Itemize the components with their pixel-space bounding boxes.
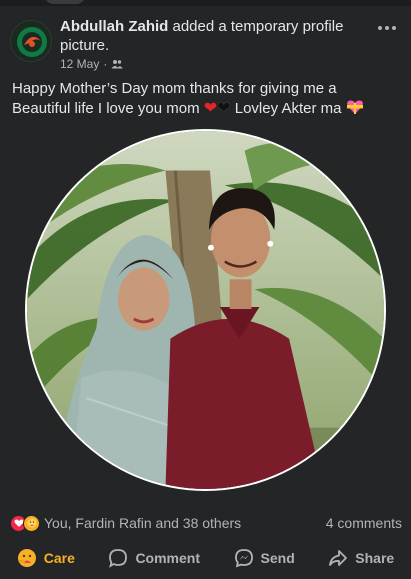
friends-icon bbox=[111, 59, 124, 69]
avatar-logo-icon bbox=[11, 21, 51, 61]
caption-line-2-end: Lovley Akter ma bbox=[230, 100, 346, 117]
share-button[interactable]: Share bbox=[328, 548, 394, 568]
red-heart-icon: ❤ bbox=[203, 100, 218, 117]
send-label: Send bbox=[260, 550, 295, 566]
reactions-text[interactable]: You, Fardin Rafin and 38 others bbox=[44, 515, 326, 531]
reactions-summary[interactable]: You, Fardin Rafin and 38 others 4 commen… bbox=[10, 513, 402, 533]
messenger-icon bbox=[234, 549, 253, 568]
comment-icon bbox=[109, 549, 128, 568]
top-strip bbox=[0, 0, 411, 6]
post-date[interactable]: 12 May bbox=[60, 57, 99, 71]
avatar[interactable] bbox=[10, 20, 52, 62]
profile-photo bbox=[27, 131, 384, 489]
comment-label: Comment bbox=[135, 550, 200, 566]
post-header: Abdullah Zahid added a temporary profile… bbox=[0, 14, 411, 76]
meta-separator: · bbox=[103, 57, 108, 71]
previous-post-edge bbox=[44, 0, 86, 4]
care-label: Care bbox=[43, 550, 75, 566]
more-options-button[interactable] bbox=[375, 18, 399, 38]
post-actions: Care Comment Send Share bbox=[0, 543, 411, 573]
send-button[interactable]: Send bbox=[234, 548, 295, 568]
more-dots-icon bbox=[378, 26, 382, 30]
share-icon bbox=[329, 550, 348, 566]
more-dot bbox=[385, 26, 389, 30]
share-label: Share bbox=[355, 550, 395, 566]
caption-line-2-start: Beautiful life I love you mom bbox=[12, 100, 204, 117]
comment-button[interactable]: Comment bbox=[108, 548, 200, 568]
author-name[interactable]: Abdullah Zahid bbox=[60, 18, 168, 35]
care-reaction-icon bbox=[23, 514, 40, 532]
care-button[interactable]: Care bbox=[17, 548, 75, 568]
black-heart-icon: ❤ bbox=[217, 100, 231, 117]
care-icon bbox=[17, 549, 36, 567]
post-title: Abdullah Zahid added a temporary profile… bbox=[60, 17, 360, 55]
post-caption: Happy Mother’s Day mom thanks for giving… bbox=[12, 79, 404, 118]
reaction-icons bbox=[10, 514, 40, 532]
post-meta: 12 May · bbox=[60, 57, 124, 71]
more-dot bbox=[392, 26, 396, 30]
heart-ribbon-icon bbox=[346, 98, 364, 116]
caption-line-1: Happy Mother’s Day mom thanks for giving… bbox=[12, 80, 337, 97]
profile-picture[interactable] bbox=[25, 129, 386, 491]
comments-count[interactable]: 4 comments bbox=[326, 515, 402, 531]
